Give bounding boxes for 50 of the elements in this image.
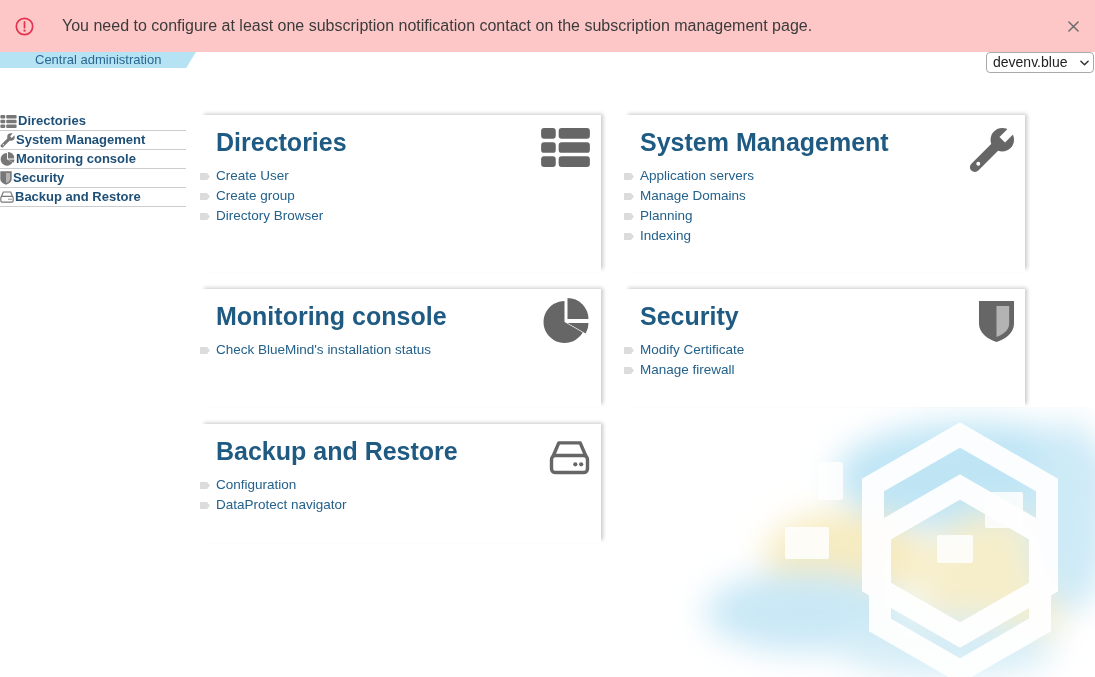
bullet-arrow-icon [624,192,634,200]
app-title-tab[interactable]: Central administration [0,52,196,68]
bullet-arrow-icon [624,366,634,374]
bullet-arrow-icon [624,212,634,220]
section-link[interactable]: Indexing [640,226,692,246]
sidebar-link[interactable]: Directories [0,112,186,131]
chevron-down-icon [1080,59,1089,66]
card-title: Monitoring console [215,301,447,331]
alert-message: You need to configure at least one subscription notification contact on the subscription management page. [62,16,813,36]
bullet-arrow-icon [624,172,634,180]
section-link[interactable]: DataProtect navigator [216,495,347,515]
section-link[interactable]: Modify Certificate [640,340,745,360]
bullet-arrow-icon [624,346,634,354]
shield-icon [0,171,12,185]
section-link[interactable]: Create User [216,166,289,186]
domain-select[interactable]: devenv.blue [986,52,1094,73]
hard-drive-icon [549,440,590,475]
card-title: Backup and Restore [215,436,458,466]
section-link[interactable]: Configuration [216,475,297,495]
card-title: Directories [215,127,347,157]
wrench-icon [0,132,15,148]
close-icon [1067,20,1079,32]
exclamation-circle-icon [15,16,34,36]
section-link[interactable]: Manage Domains [640,186,746,206]
pie-chart-icon [0,152,15,166]
section-link[interactable]: Create group [216,186,295,206]
bullet-arrow-icon [200,212,210,220]
hard-drive-icon [0,191,14,203]
sidebar-link[interactable]: Monitoring console [0,150,186,169]
sidebar-link[interactable]: Security [0,169,186,188]
shield-icon [978,300,1015,343]
bullet-arrow-icon [624,232,634,240]
section-link[interactable]: Directory Browser [216,206,324,226]
sidebar-link[interactable]: Backup and Restore [0,188,186,207]
section-link[interactable]: Planning [640,206,693,226]
list-icon [0,114,17,128]
list-icon [541,128,590,167]
bullet-arrow-icon [200,346,210,354]
section-link[interactable]: Check BlueMind's installation status [216,340,431,360]
bullet-arrow-icon [200,501,210,509]
bullet-arrow-icon [200,192,210,200]
section-link[interactable]: Manage firewall [640,360,735,380]
bullet-arrow-icon [200,172,210,180]
section-link[interactable]: Application servers [640,166,755,186]
bullet-arrow-icon [200,481,210,489]
wrench-icon [968,127,1015,174]
card-title: Security [639,301,740,331]
card-title: System Management [639,127,889,157]
sidebar-link[interactable]: System Management [0,131,186,150]
pie-chart-icon [542,298,590,344]
